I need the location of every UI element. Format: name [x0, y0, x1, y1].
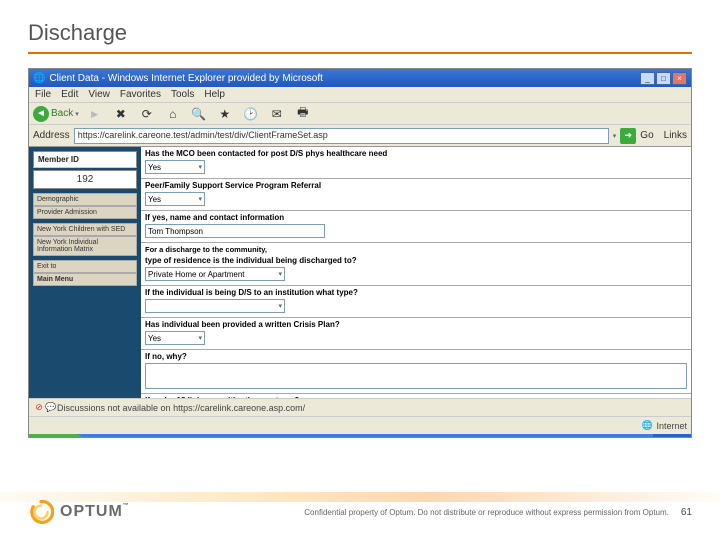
address-label: Address — [33, 130, 70, 141]
menu-edit[interactable]: Edit — [61, 89, 78, 100]
url-input[interactable]: https://carelink.careone.test/admin/test… — [74, 128, 609, 144]
browser-window: 🌐 Client Data - Windows Internet Explore… — [28, 68, 692, 438]
refresh-icon[interactable]: ⟳ — [137, 105, 157, 123]
stop-icon[interactable]: ⊘ — [33, 402, 45, 414]
status-bar-1: ⊘ 💬 Discussions not available on https:/… — [29, 398, 691, 416]
why-textarea[interactable] — [145, 363, 687, 389]
sidebar-item-ny-children-sed[interactable]: New York Children with SED — [33, 223, 137, 236]
confidential-text: Confidential property of Optum. Do not d… — [304, 508, 669, 517]
optum-logo: OPTUM™ — [28, 499, 130, 525]
mail-icon[interactable]: ✉ — [267, 105, 287, 123]
member-id-label: Member ID — [33, 151, 137, 168]
address-bar: Address https://carelink.careone.test/ad… — [29, 125, 691, 147]
zone-text: Internet — [656, 421, 687, 431]
sidebar-item-demographic[interactable]: Demographic — [33, 193, 137, 206]
links-label[interactable]: Links — [664, 130, 687, 141]
window-title-text: Client Data - Windows Internet Explorer … — [49, 73, 322, 84]
institution-select[interactable]: ▾ — [145, 299, 285, 313]
q-contact: If yes, name and contact information — [145, 213, 687, 222]
peer-select[interactable]: Yes ▾ — [145, 192, 205, 206]
page-number: 61 — [681, 507, 692, 518]
discussion-icon: 💬 — [45, 402, 57, 414]
go-button[interactable]: ➔ — [620, 128, 636, 144]
sidebar: Member ID 192 Demographic Provider Admis… — [29, 147, 141, 398]
mco-select[interactable]: Yes ▾ — [145, 160, 205, 174]
task-item[interactable]: Microsoft … — [365, 437, 422, 438]
menu-view[interactable]: View — [88, 89, 110, 100]
chevron-down-icon: ▾ — [198, 163, 202, 171]
chevron-down-icon: ▾ — [198, 334, 202, 342]
ie-icon: 🌐 — [33, 73, 45, 84]
stop-icon[interactable]: ✖ — [111, 105, 131, 123]
crisis-value: Yes — [148, 334, 161, 343]
home-icon[interactable]: ⌂ — [163, 105, 183, 123]
trademark-icon: ™ — [123, 503, 130, 509]
chevron-down-icon: ▾ — [278, 302, 282, 310]
task-item[interactable] — [239, 437, 253, 438]
system-tray[interactable]: 🔊 🛡 — [653, 434, 691, 438]
task-item[interactable] — [349, 437, 363, 438]
url-dropdown-icon[interactable]: ▾ — [613, 132, 617, 140]
task-item[interactable] — [255, 437, 269, 438]
residence-value: Private Home or Apartment — [148, 270, 244, 279]
q-under18: If under 18 linkages with other systems? — [145, 396, 687, 398]
search-icon[interactable]: 🔍 — [189, 105, 209, 123]
footer: OPTUM™ Confidential property of Optum. D… — [0, 480, 720, 540]
go-label: Go — [640, 130, 653, 141]
q-residence: type of residence is the individual bein… — [145, 256, 687, 265]
start-button[interactable]: ⊞ start — [29, 434, 85, 438]
crisis-select[interactable]: Yes ▾ — [145, 331, 205, 345]
maximize-button[interactable]: □ — [656, 72, 671, 85]
q-mco: Has the MCO been contacted for post D/S … — [145, 149, 687, 158]
q-crisis: Has individual been provided a written C… — [145, 320, 687, 329]
sidebar-item-ny-info-matrix[interactable]: New York Individual Information Matrix — [33, 236, 137, 256]
menu-bar: File Edit View Favorites Tools Help — [29, 87, 691, 103]
q-why: If no, why? — [145, 352, 687, 361]
chevron-down-icon: ▾ — [198, 195, 202, 203]
status-text: Discussions not available on https://car… — [57, 403, 305, 413]
sidebar-main-menu-link[interactable]: Main Menu — [33, 273, 137, 286]
windows-taskbar: ⊞ start Meeting Manag… Microsoft Offi… C… — [29, 434, 691, 438]
favorites-icon[interactable]: ★ — [215, 105, 235, 123]
q-peer: Peer/Family Support Service Program Refe… — [145, 181, 687, 190]
history-icon[interactable]: 🕑 — [241, 105, 261, 123]
print-icon[interactable]: 🖶 — [293, 105, 313, 123]
page-title: Discharge — [28, 20, 692, 54]
back-icon: ◄ — [33, 106, 49, 122]
task-item-active[interactable]: Client Data - W… — [271, 437, 347, 438]
peer-value: Yes — [148, 195, 161, 204]
minimize-button[interactable]: _ — [640, 72, 655, 85]
sidebar-exit-label: Exit to — [33, 260, 137, 273]
back-label: Back — [51, 108, 73, 119]
residence-select[interactable]: Private Home or Apartment ▾ — [145, 267, 285, 281]
mco-value: Yes — [148, 163, 161, 172]
menu-tools[interactable]: Tools — [171, 89, 194, 100]
status-bar-2: 🌐 Internet — [29, 416, 691, 434]
brand-name: OPTUM — [60, 503, 123, 520]
sidebar-item-provider-admission[interactable]: Provider Admission — [33, 206, 137, 219]
chevron-down-icon: ▾ — [278, 270, 282, 278]
ie-toolbar: ◄ Back ▾ ► ✖ ⟳ ⌂ 🔍 ★ 🕑 ✉ 🖶 — [29, 103, 691, 125]
task-item[interactable]: Microsoft Offi… — [168, 437, 237, 438]
task-item[interactable]: Meeting Manag… — [89, 437, 166, 438]
form-panel: Has the MCO been contacted for post D/S … — [141, 147, 691, 398]
page-content: Member ID 192 Demographic Provider Admis… — [29, 147, 691, 398]
q-institution: If the individual is being D/S to an ins… — [145, 288, 687, 297]
chevron-down-icon: ▾ — [75, 110, 79, 118]
close-button[interactable]: × — [672, 72, 687, 85]
window-titlebar: 🌐 Client Data - Windows Internet Explore… — [29, 69, 691, 87]
internet-icon: 🌐 — [641, 420, 653, 432]
optum-swirl-icon — [28, 499, 54, 525]
forward-button[interactable]: ► — [85, 105, 105, 123]
community-label: For a discharge to the community, — [145, 245, 687, 254]
member-id-value: 192 — [33, 170, 137, 189]
back-button[interactable]: ◄ Back ▾ — [33, 106, 79, 122]
menu-file[interactable]: File — [35, 89, 51, 100]
contact-input[interactable]: Tom Thompson — [145, 224, 325, 238]
menu-help[interactable]: Help — [204, 89, 225, 100]
menu-favorites[interactable]: Favorites — [120, 89, 161, 100]
